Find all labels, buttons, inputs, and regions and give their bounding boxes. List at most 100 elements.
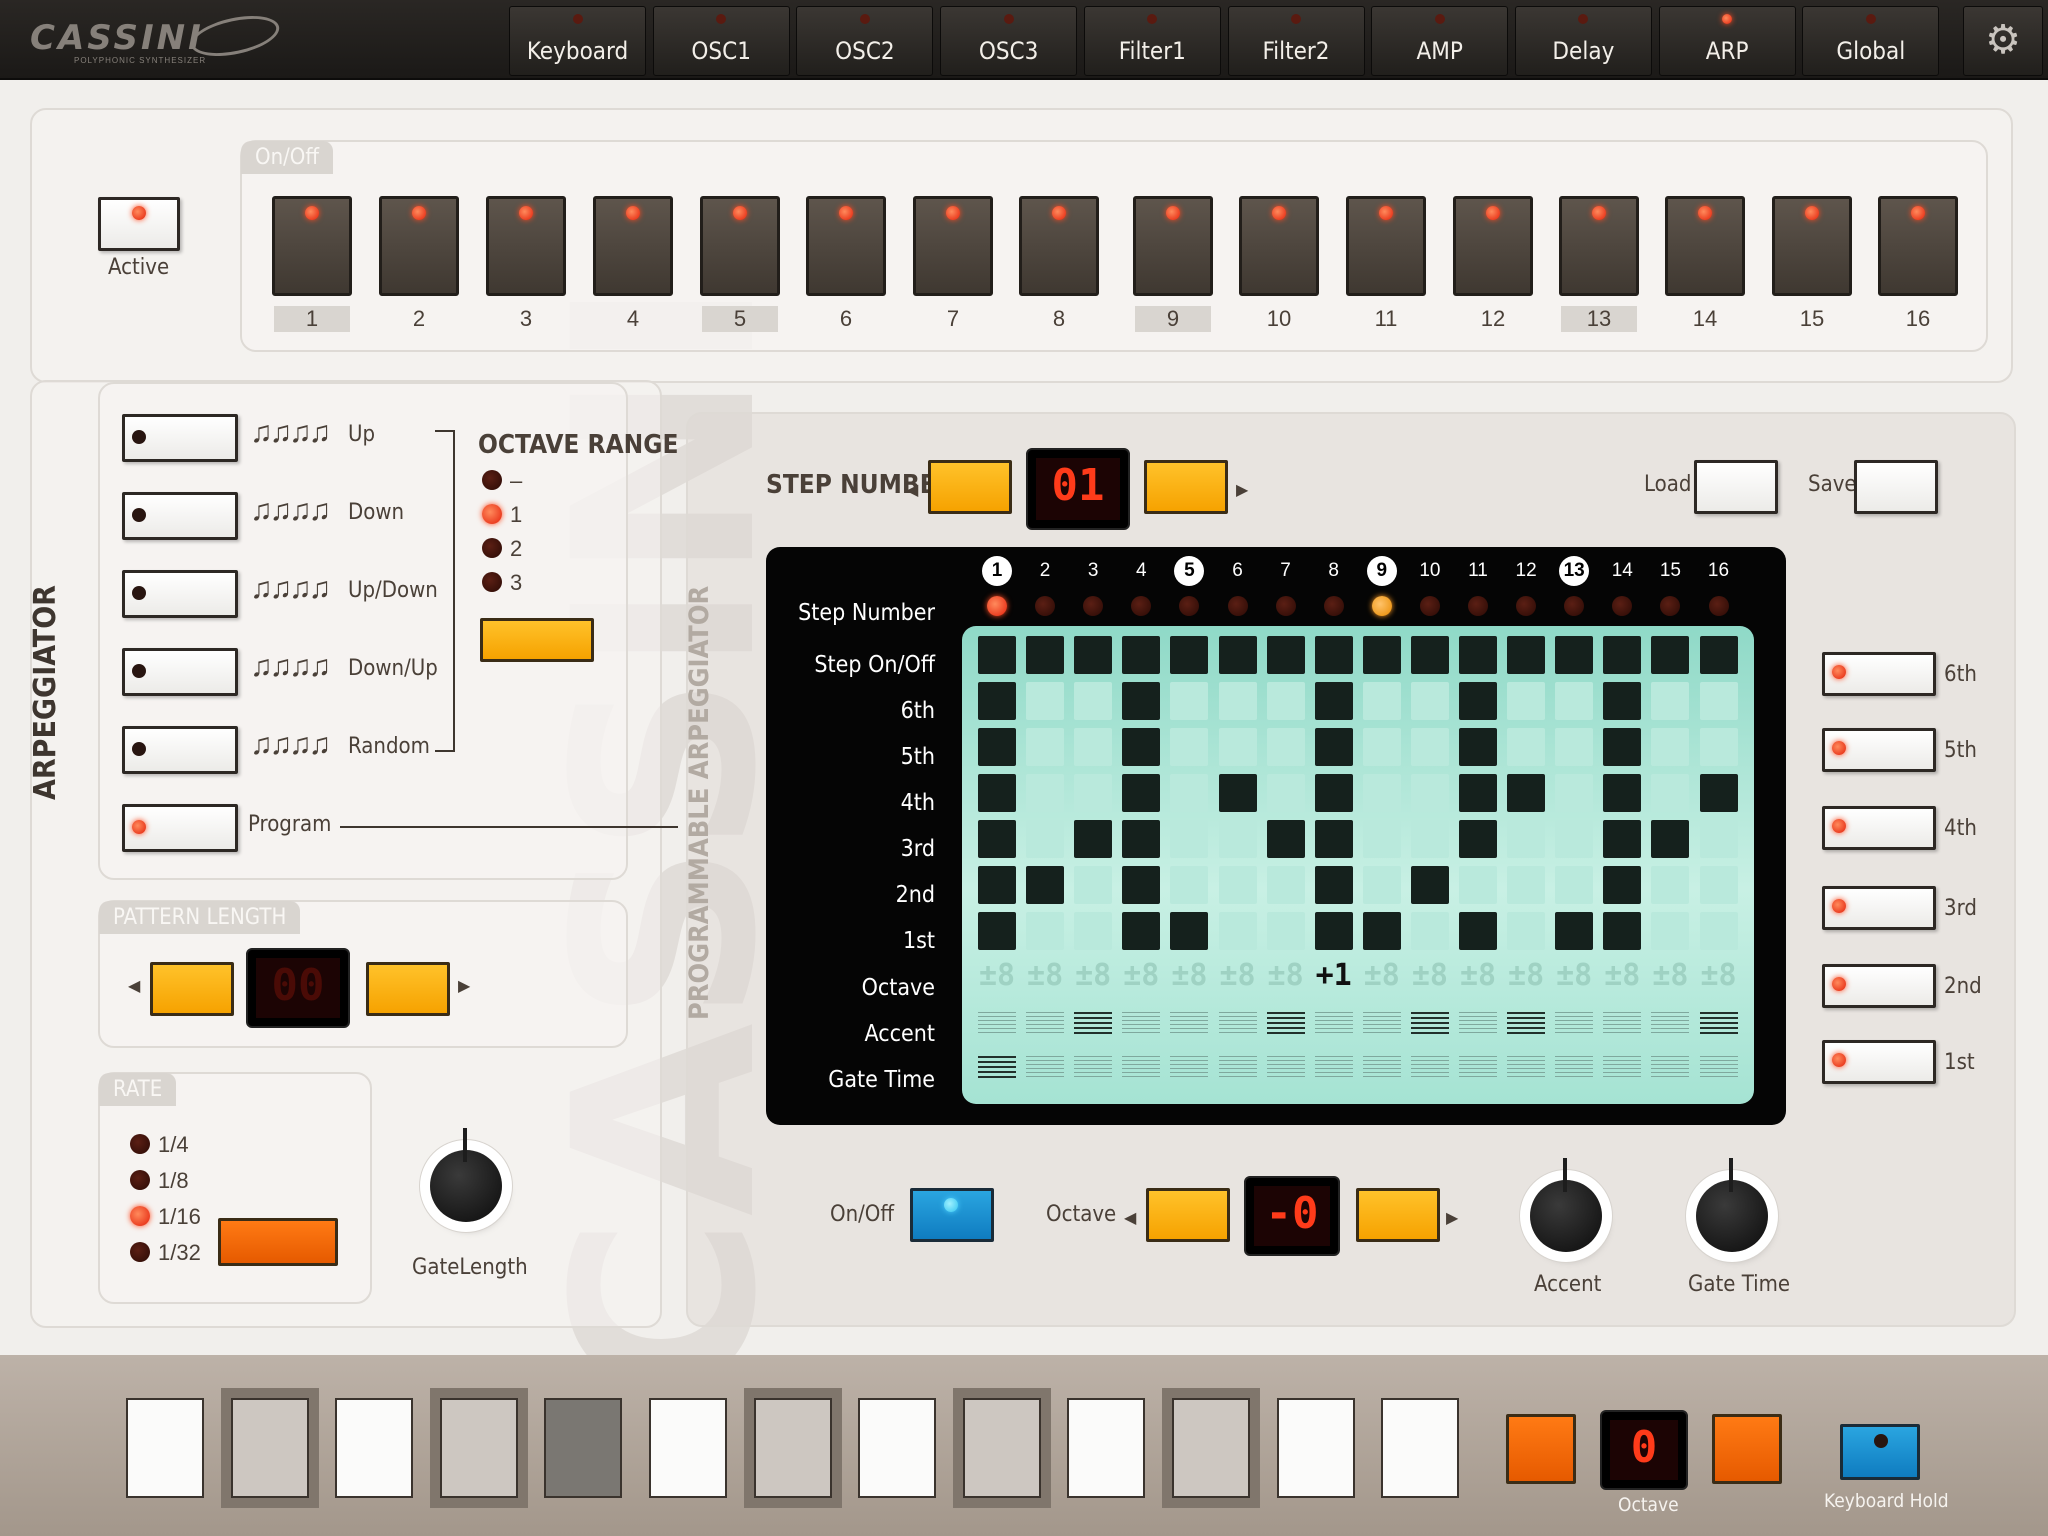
grid-cell[interactable]: [1218, 728, 1257, 766]
grid-cell[interactable]: [1314, 820, 1353, 858]
gate-time-cell[interactable]: [1074, 1056, 1113, 1080]
gate-time-cell[interactable]: [1266, 1056, 1305, 1080]
grid-cell[interactable]: [1603, 774, 1642, 812]
octave-range-led[interactable]: [482, 470, 502, 490]
prog-on-off-button[interactable]: [910, 1188, 994, 1242]
grid-cell[interactable]: [1122, 636, 1161, 674]
grid-cell[interactable]: [1266, 912, 1305, 950]
grid-cell[interactable]: [978, 728, 1016, 766]
grid-cell[interactable]: [1362, 912, 1401, 950]
tab-global[interactable]: Global: [1802, 6, 1940, 76]
grid-cell[interactable]: [1026, 728, 1065, 766]
grid-cell[interactable]: [1699, 682, 1738, 720]
grid-cell[interactable]: [1555, 728, 1594, 766]
accent-cell[interactable]: [1026, 1012, 1065, 1036]
grid-cell[interactable]: [1699, 866, 1738, 904]
gate-time-cell[interactable]: [1122, 1056, 1161, 1080]
gate-time-cell[interactable]: [1362, 1056, 1401, 1080]
keyboard-hold-button[interactable]: [1840, 1424, 1920, 1480]
accent-cell[interactable]: [1507, 1012, 1546, 1036]
grid-cell[interactable]: [1122, 774, 1161, 812]
grid-cell[interactable]: [1603, 912, 1642, 950]
octave-cell[interactable]: ±8: [1363, 958, 1401, 993]
piano-key[interactable]: [1172, 1398, 1250, 1498]
grid-cell[interactable]: [978, 912, 1016, 950]
grid-cell[interactable]: [1362, 728, 1401, 766]
grid-cell[interactable]: [1218, 774, 1257, 812]
piano-key[interactable]: [858, 1398, 937, 1498]
grid-cell[interactable]: [1026, 866, 1065, 904]
octave-cell[interactable]: ±8: [1411, 958, 1449, 993]
tab-keyboard[interactable]: Keyboard: [509, 6, 646, 76]
grid-cell[interactable]: [1218, 820, 1257, 858]
grid-cell[interactable]: [978, 682, 1016, 720]
grid-cell[interactable]: [978, 636, 1016, 674]
octave-cell[interactable]: ±8: [1700, 958, 1738, 993]
piano-key[interactable]: [230, 1398, 309, 1498]
grid-cell[interactable]: [1410, 728, 1449, 766]
octave-cell[interactable]: ±8: [1651, 958, 1689, 993]
grid-cell[interactable]: [1170, 682, 1209, 720]
grid-cell[interactable]: [978, 820, 1016, 858]
octave-range-led[interactable]: [482, 538, 502, 558]
grid-cell[interactable]: [1651, 820, 1690, 858]
accent-cell[interactable]: [1699, 1012, 1738, 1036]
grid-cell[interactable]: [1699, 912, 1738, 950]
octave-cell[interactable]: ±8: [1459, 958, 1497, 993]
grid-cell[interactable]: [1459, 866, 1497, 904]
octave-cell[interactable]: ±8: [978, 958, 1016, 993]
accent-cell[interactable]: [1651, 1012, 1690, 1036]
grid-cell[interactable]: [1459, 820, 1497, 858]
gate-time-cell[interactable]: [1314, 1056, 1353, 1080]
pattern-length-increment[interactable]: [366, 962, 450, 1016]
gate-time-cell[interactable]: [1410, 1056, 1449, 1080]
grid-cell[interactable]: [1410, 912, 1449, 950]
rate-led[interactable]: [130, 1170, 150, 1190]
piano-key[interactable]: [335, 1398, 414, 1498]
grid-cell[interactable]: [1603, 820, 1642, 858]
grid-cell[interactable]: [1266, 636, 1305, 674]
grid-cell[interactable]: [1507, 866, 1546, 904]
grid-cell[interactable]: [1218, 912, 1257, 950]
gate-time-cell[interactable]: [1555, 1056, 1594, 1080]
grid-cell[interactable]: [1074, 774, 1113, 812]
keyboard-octave-up[interactable]: [1712, 1414, 1782, 1484]
gate-time-cell[interactable]: [1603, 1056, 1642, 1080]
accent-cell[interactable]: [1603, 1012, 1642, 1036]
grid-cell[interactable]: [1555, 774, 1594, 812]
piano-key[interactable]: [1276, 1398, 1355, 1498]
octave-range-led[interactable]: [482, 572, 502, 592]
grid-cell[interactable]: [1314, 682, 1353, 720]
grid-cell[interactable]: [1410, 820, 1449, 858]
grid-cell[interactable]: [1459, 774, 1497, 812]
gate-time-cell[interactable]: [1026, 1056, 1065, 1080]
piano-key[interactable]: [439, 1398, 518, 1498]
octave-cell[interactable]: ±8: [1122, 958, 1160, 993]
octave-cell[interactable]: ±8: [1219, 958, 1257, 993]
grid-cell[interactable]: [1314, 912, 1353, 950]
grid-cell[interactable]: [1555, 820, 1594, 858]
grid-cell[interactable]: [1555, 636, 1594, 674]
gate-time-cell[interactable]: [978, 1056, 1016, 1080]
grid-cell[interactable]: [1122, 866, 1161, 904]
grid-cell[interactable]: [1122, 912, 1161, 950]
accent-knob[interactable]: [1530, 1158, 1602, 1252]
grid-cell[interactable]: [1603, 866, 1642, 904]
octave-cell[interactable]: ±8: [1026, 958, 1064, 993]
tab-filter1[interactable]: Filter1: [1083, 6, 1221, 76]
grid-cell[interactable]: [1507, 774, 1546, 812]
grid-cell[interactable]: [1122, 820, 1161, 858]
octave-cell[interactable]: ±8: [1507, 958, 1545, 993]
tab-filter2[interactable]: Filter2: [1227, 6, 1365, 76]
grid-cell[interactable]: [1362, 866, 1401, 904]
grid-cell[interactable]: [1507, 682, 1546, 720]
grid-cell[interactable]: [1699, 774, 1738, 812]
grid-cell[interactable]: [1218, 866, 1257, 904]
grid-cell[interactable]: [1651, 774, 1690, 812]
prog-octave-decrement[interactable]: [1146, 1188, 1230, 1242]
grid-cell[interactable]: [1026, 636, 1065, 674]
grid-cell[interactable]: [1026, 912, 1065, 950]
grid-cell[interactable]: [1314, 774, 1353, 812]
octave-cell[interactable]: ±8: [1267, 958, 1305, 993]
grid-cell[interactable]: [978, 774, 1016, 812]
